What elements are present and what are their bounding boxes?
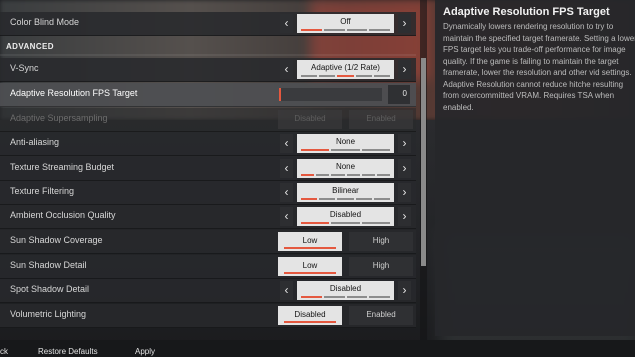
- setting-label: Texture Filtering: [10, 186, 75, 196]
- chevron-left-icon[interactable]: ‹: [280, 134, 293, 153]
- option-high[interactable]: High: [349, 257, 413, 276]
- setting-row-anti-aliasing: Anti-aliasing ‹ None ›: [0, 132, 416, 156]
- volumetric-lighting-toggle: Disabled Enabled: [278, 306, 413, 325]
- setting-label: Spot Shadow Detail: [10, 284, 90, 294]
- slider-thumb[interactable]: [279, 88, 281, 101]
- texture-filtering-selector[interactable]: ‹ Bilinear ›: [280, 183, 411, 202]
- anti-aliasing-selector[interactable]: ‹ None ›: [280, 134, 411, 153]
- chevron-right-icon[interactable]: ›: [398, 134, 411, 153]
- description-body: Dynamically lowers rendering resolution …: [443, 22, 635, 112]
- setting-label: Sun Shadow Coverage: [10, 235, 103, 245]
- setting-row-ambient-occlusion-quality: Ambient Occlusion Quality ‹ Disabled ›: [0, 205, 416, 229]
- setting-label: V-Sync: [10, 63, 39, 73]
- chevron-right-icon[interactable]: ›: [398, 60, 411, 79]
- setting-row-v-sync: V-Sync ‹ Adaptive (1/2 Rate) ›: [0, 58, 416, 82]
- setting-row-spot-shadow-detail: Spot Shadow Detail ‹ Disabled ›: [0, 279, 416, 303]
- chevron-right-icon[interactable]: ›: [398, 183, 411, 202]
- description-panel: Adaptive Resolution FPS Target Dynamical…: [435, 0, 635, 336]
- option-enabled[interactable]: Enabled: [349, 306, 413, 325]
- chevron-right-icon[interactable]: ›: [398, 14, 411, 33]
- selector-progress: [301, 75, 391, 77]
- selector-progress: [301, 198, 391, 200]
- chevron-left-icon[interactable]: ‹: [280, 14, 293, 33]
- setting-row-texture-streaming-budget: Texture Streaming Budget ‹ None ›: [0, 157, 416, 181]
- option-low[interactable]: Low: [278, 232, 342, 251]
- restore-defaults-button[interactable]: Restore Defaults: [38, 347, 98, 356]
- setting-row-color-blind-mode: Color Blind Mode ‹ Off ›: [0, 12, 416, 36]
- setting-row-sun-shadow-coverage: Sun Shadow Coverage Low High: [0, 230, 416, 254]
- setting-label: Sun Shadow Detail: [10, 260, 87, 270]
- adaptive-supersampling-toggle: Disabled Enabled: [278, 110, 413, 129]
- setting-row-texture-filtering: Texture Filtering ‹ Bilinear ›: [0, 181, 416, 205]
- setting-row-adaptive-supersampling: Adaptive Supersampling Disabled Enabled: [0, 108, 416, 132]
- back-button[interactable]: ck: [0, 347, 8, 356]
- color-blind-mode-selector[interactable]: ‹ Off ›: [280, 14, 411, 33]
- sun-shadow-coverage-toggle: Low High: [278, 232, 413, 251]
- selector-progress: [301, 296, 390, 298]
- setting-row-sun-shadow-detail: Sun Shadow Detail Low High: [0, 255, 416, 279]
- selector-progress: [301, 174, 391, 176]
- chevron-right-icon[interactable]: ›: [398, 159, 411, 178]
- texture-streaming-budget-selector[interactable]: ‹ None ›: [280, 159, 411, 178]
- chevron-left-icon[interactable]: ‹: [280, 281, 293, 300]
- fps-target-slider[interactable]: [279, 88, 382, 101]
- option-low[interactable]: Low: [278, 257, 342, 276]
- ambient-occlusion-quality-selector[interactable]: ‹ Disabled ›: [280, 207, 411, 226]
- setting-label: Adaptive Supersampling: [10, 113, 108, 123]
- setting-row-adaptive-resolution-fps-target[interactable]: Adaptive Resolution FPS Target 0: [0, 83, 416, 107]
- settings-list: Color Blind Mode ‹ Off › ADVANCED V-Sync…: [0, 0, 420, 340]
- setting-row-volumetric-lighting: Volumetric Lighting Disabled Enabled: [0, 304, 416, 328]
- setting-label: Color Blind Mode: [10, 17, 80, 27]
- scrollbar-thumb[interactable]: [421, 58, 426, 266]
- v-sync-selector[interactable]: ‹ Adaptive (1/2 Rate) ›: [280, 60, 411, 79]
- selector-progress: [301, 222, 390, 224]
- apply-button[interactable]: Apply: [135, 347, 155, 356]
- chevron-left-icon[interactable]: ‹: [280, 60, 293, 79]
- section-title: ADVANCED: [6, 42, 54, 51]
- option-disabled[interactable]: Disabled: [278, 306, 342, 325]
- section-header-advanced: ADVANCED: [0, 42, 416, 56]
- setting-label: Ambient Occlusion Quality: [10, 210, 116, 220]
- chevron-left-icon[interactable]: ‹: [280, 183, 293, 202]
- chevron-right-icon[interactable]: ›: [398, 281, 411, 300]
- chevron-left-icon[interactable]: ‹: [280, 207, 293, 226]
- chevron-right-icon[interactable]: ›: [398, 207, 411, 226]
- chevron-left-icon[interactable]: ‹: [280, 159, 293, 178]
- description-title: Adaptive Resolution FPS Target: [443, 6, 610, 18]
- selector-progress: [301, 29, 390, 31]
- option-enabled: Enabled: [349, 110, 413, 129]
- setting-label: Adaptive Resolution FPS Target: [10, 88, 138, 98]
- selector-progress: [301, 149, 390, 151]
- option-high[interactable]: High: [349, 232, 413, 251]
- setting-label: Texture Streaming Budget: [10, 162, 115, 172]
- setting-label: Anti-aliasing: [10, 137, 60, 147]
- setting-label: Volumetric Lighting: [10, 309, 87, 319]
- footer-bar: ck Restore Defaults Apply: [0, 340, 635, 357]
- sun-shadow-detail-toggle: Low High: [278, 257, 413, 276]
- spot-shadow-detail-selector[interactable]: ‹ Disabled ›: [280, 281, 411, 300]
- slider-value: 0: [388, 85, 410, 104]
- option-disabled: Disabled: [278, 110, 342, 129]
